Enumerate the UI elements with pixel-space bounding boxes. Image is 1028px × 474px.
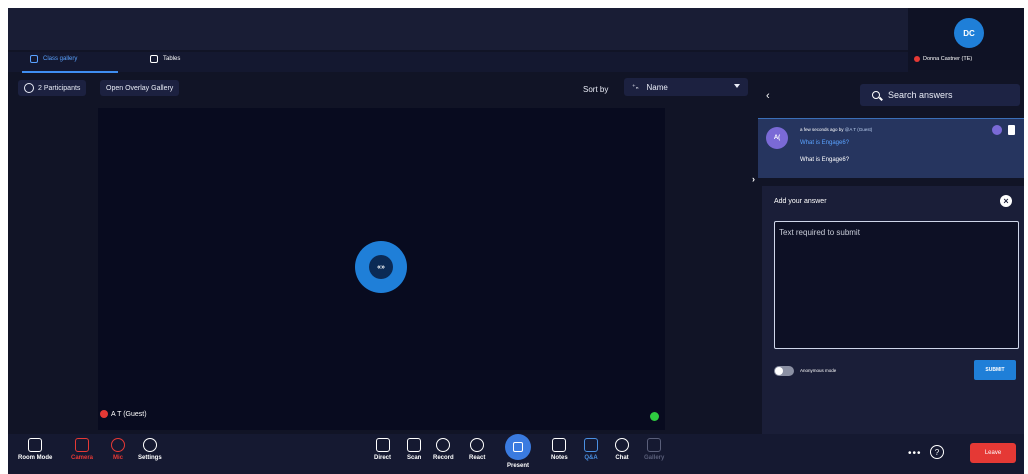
mic-off-icon — [111, 438, 125, 452]
more-options-button[interactable]: ••• — [908, 448, 922, 459]
record-button[interactable]: Record — [433, 438, 454, 461]
delete-icon[interactable] — [1008, 125, 1015, 135]
tab-class-gallery[interactable]: Class gallery — [30, 55, 77, 63]
participant-name-tag: A T (Guest) — [100, 410, 147, 418]
present-label: Present — [506, 463, 529, 469]
direct-label: Direct — [374, 455, 392, 461]
question-card[interactable]: A( a few seconds ago by @A T (Guest) Wha… — [758, 118, 1024, 178]
search-icon — [872, 91, 880, 99]
mic-label: Mic — [112, 455, 123, 461]
room-mode-label: Room Mode — [18, 455, 53, 461]
collapse-panel-chevron-icon[interactable]: › — [752, 174, 762, 188]
scan-icon — [407, 438, 422, 452]
scan-label: Scan — [407, 455, 422, 461]
participant-name: A T (Guest) — [111, 410, 147, 418]
tab-class-gallery-label: Class gallery — [43, 56, 78, 62]
scan-button[interactable]: Scan — [407, 438, 421, 461]
qa-label: Q&A — [584, 455, 598, 461]
question-body: What is Engage6? — [800, 157, 850, 163]
record-label: Record — [433, 455, 454, 461]
anonymous-mode-label: Anonymous mode — [800, 368, 837, 373]
settings-label: Settings — [138, 455, 162, 461]
settings-button[interactable]: Settings — [138, 438, 162, 461]
present-button[interactable]: Present — [505, 434, 531, 469]
qa-button[interactable]: Q&A — [584, 438, 598, 461]
tab-tables[interactable]: Tables — [150, 55, 180, 63]
submit-answer-button[interactable]: SUBMIT — [974, 360, 1016, 380]
gallery-label: Gallery — [644, 455, 665, 461]
participants-button[interactable]: 2 Participants — [18, 80, 87, 96]
direct-icon — [375, 438, 390, 452]
camera-off-icon — [75, 438, 89, 452]
self-name-label: Donna Castner (TE) — [923, 56, 973, 62]
help-button[interactable]: ? — [930, 445, 944, 459]
meeting-app: DC Donna Castner (TE) Class gallery Tabl… — [8, 8, 1024, 474]
upvote-icon[interactable] — [992, 125, 1002, 135]
chat-icon — [615, 438, 629, 452]
question-author: @A T (Guest) — [844, 127, 873, 132]
present-icon — [505, 434, 531, 460]
qa-icon — [584, 438, 598, 452]
room-mode-button[interactable]: Room Mode — [18, 438, 52, 461]
connection-status-indicator — [650, 412, 659, 421]
bottom-toolbar: Room Mode Camera Mic Settings Direct Sca… — [8, 434, 1024, 474]
open-overlay-gallery-button[interactable]: Open Overlay Gallery — [100, 80, 180, 96]
qa-panel: ‹ Search answers A( a few seconds ago by… — [752, 74, 1024, 434]
participants-icon — [24, 83, 34, 93]
participant-avatar-initials: «» — [369, 255, 393, 279]
mic-muted-icon — [100, 410, 108, 418]
add-answer-card: Add your answer × Anonymous mode SUBMIT — [762, 186, 1024, 434]
sort-by-label: Sort by — [583, 85, 609, 94]
chat-label: Chat — [615, 455, 629, 461]
smiley-icon — [470, 438, 485, 452]
room-mode-icon — [28, 438, 43, 452]
react-button[interactable]: React — [469, 438, 485, 461]
search-answers-placeholder: Search answers — [888, 90, 953, 100]
close-icon[interactable]: × — [1000, 195, 1012, 207]
mic-button[interactable]: Mic — [111, 438, 125, 461]
direct-button[interactable]: Direct — [374, 438, 391, 461]
leave-button[interactable]: Leave — [970, 443, 1016, 463]
sort-value: Name — [646, 82, 668, 92]
view-tabs: Class gallery Tables — [8, 52, 908, 73]
gallery-toolbar: 2 Participants Open Overlay Gallery Sort… — [8, 76, 758, 100]
sort-icon: ⁺ₙ — [632, 84, 639, 91]
answer-textarea[interactable] — [774, 221, 1019, 349]
react-label: React — [469, 455, 486, 461]
self-name-tag: Donna Castner (TE) — [914, 56, 972, 62]
mic-muted-icon — [914, 56, 920, 62]
participants-label: 2 Participants — [38, 84, 81, 92]
chat-button[interactable]: Chat — [615, 438, 629, 461]
record-icon — [436, 438, 451, 452]
gear-icon — [142, 438, 157, 452]
active-tab-indicator — [22, 71, 118, 73]
self-video-tile[interactable]: DC Donna Castner (TE) — [908, 8, 1024, 70]
table-icon — [150, 55, 158, 63]
gallery-grid-icon — [647, 438, 662, 452]
question-author-avatar: A( — [766, 127, 788, 149]
add-answer-title: Add your answer — [774, 198, 827, 205]
question-title: What is Engage6? — [800, 140, 850, 146]
sort-select[interactable]: ⁺ₙ Name — [624, 78, 748, 96]
search-answers-field[interactable]: Search answers — [860, 84, 1020, 106]
notes-icon — [552, 438, 567, 452]
question-meta: a few seconds ago by @A T (Guest) — [800, 127, 872, 132]
notes-label: Notes — [551, 455, 568, 461]
participant-avatar: «» — [355, 241, 407, 293]
self-avatar: DC — [954, 18, 984, 48]
camera-button[interactable]: Camera — [71, 438, 93, 461]
question-time: a few seconds ago — [800, 127, 838, 132]
video-stage[interactable]: «» A T (Guest) — [98, 108, 665, 430]
top-strip — [8, 8, 908, 50]
grid-icon — [30, 55, 38, 63]
anonymous-mode-toggle[interactable] — [774, 366, 794, 376]
gallery-button[interactable]: Gallery — [644, 438, 664, 461]
camera-label: Camera — [71, 455, 94, 461]
tab-tables-label: Tables — [163, 56, 181, 62]
notes-button[interactable]: Notes — [551, 438, 568, 461]
question-by: by — [837, 127, 845, 132]
chevron-down-icon — [734, 84, 740, 88]
back-chevron-icon[interactable]: ‹ — [766, 90, 770, 102]
